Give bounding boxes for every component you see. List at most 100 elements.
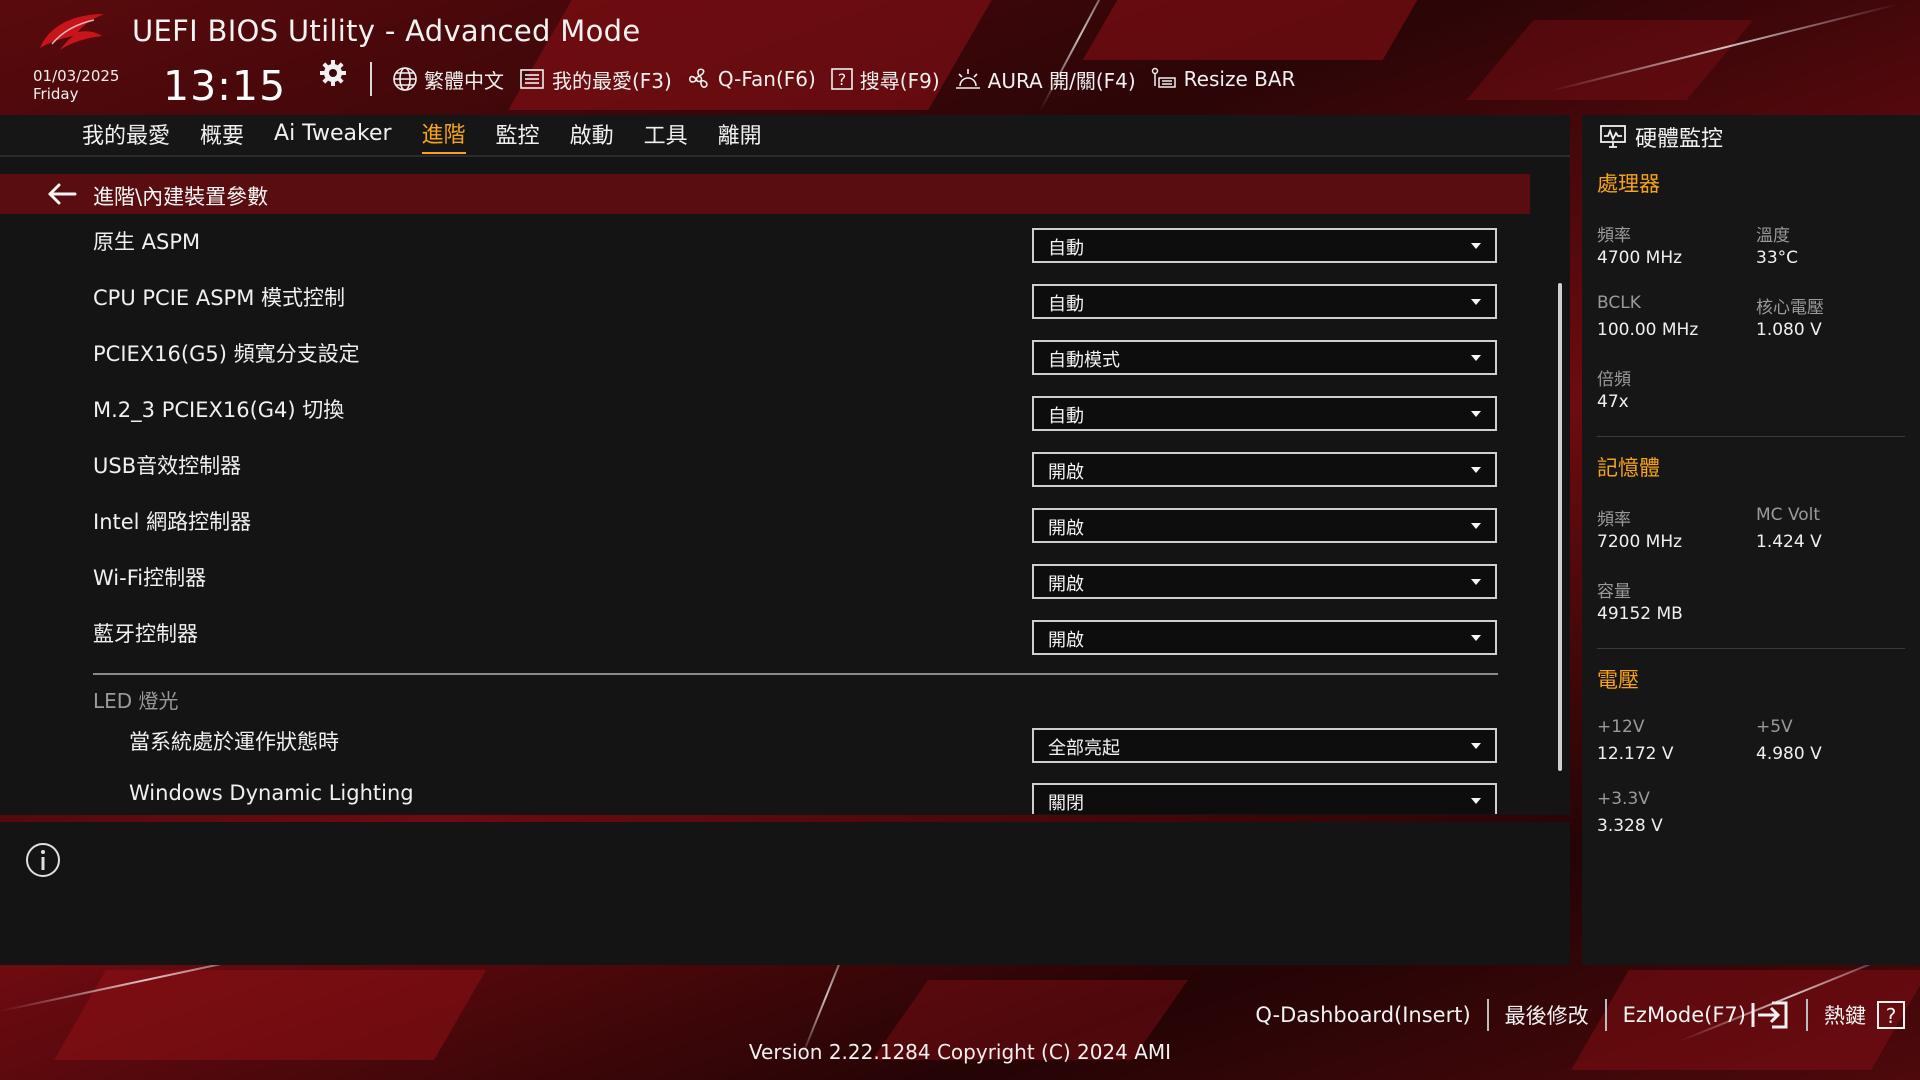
tab-favorites[interactable]: 我的最愛	[82, 118, 170, 153]
help-question-icon: ?	[1877, 1001, 1905, 1029]
native-aspm-select[interactable]: 自動	[1032, 228, 1497, 263]
language-label: 繁體中文	[424, 68, 504, 93]
voltage-section-title: 電壓	[1597, 668, 1639, 692]
search-label: 搜尋(F9)	[859, 68, 940, 93]
select-value: 關閉	[1048, 793, 1084, 814]
usb-audio-select[interactable]: 開啟	[1032, 452, 1497, 487]
qfan-button[interactable]: Q-Fan(F6)	[686, 66, 816, 92]
footer-divider	[1486, 999, 1489, 1031]
exit-arrow-icon	[1751, 1001, 1788, 1029]
windows-dynamic-lighting-select[interactable]: 關閉	[1032, 783, 1497, 814]
mem-capacity-label: 容量	[1597, 582, 1631, 602]
caret-down-icon	[1471, 635, 1481, 641]
mc-volt-label: MC Volt	[1756, 505, 1821, 525]
aura-label: AURA 開/關(F4)	[987, 68, 1136, 93]
weekday-text: Friday	[33, 85, 79, 103]
settings-scrollbar[interactable]	[1558, 283, 1562, 771]
caret-down-icon	[1471, 355, 1481, 361]
intel-lan-select[interactable]: 開啟	[1032, 508, 1497, 543]
footer-links: Q-Dashboard(Insert) 最後修改 EzMode(F7) 熱鍵 ?	[1255, 998, 1906, 1032]
last-modified-button[interactable]: 最後修改	[1505, 1000, 1589, 1030]
hw-divider	[1597, 436, 1905, 437]
led-working-state-select[interactable]: 全部亮起	[1032, 728, 1497, 763]
app-title: UEFI BIOS Utility - Advanced Mode	[132, 14, 641, 48]
cpu-freq-label: 頻率	[1597, 226, 1631, 246]
cpu-pcie-aspm-select[interactable]: 自動	[1032, 284, 1497, 319]
setting-row-wifi: Wi-Fi控制器 開啟	[0, 550, 1530, 606]
setting-label: USB音效控制器	[93, 454, 242, 478]
svg-text:?: ?	[838, 70, 847, 89]
rog-logo-icon	[40, 14, 104, 50]
settings-list: 原生 ASPM 自動 CPU PCIE ASPM 模式控制 自動 PCIEX16…	[0, 214, 1530, 814]
nav-divider	[0, 155, 1570, 157]
select-value: 開啟	[1048, 518, 1084, 539]
v5-value: 4.980 V	[1756, 744, 1822, 764]
hotkeys-button[interactable]: 熱鍵 ?	[1824, 1000, 1906, 1030]
aura-light-icon	[955, 69, 980, 89]
back-arrow-icon[interactable]	[46, 181, 78, 207]
footer-divider	[1806, 999, 1808, 1031]
bluetooth-select[interactable]: 開啟	[1032, 620, 1497, 655]
caret-down-icon	[1471, 411, 1481, 417]
clock[interactable]: 13:15	[163, 62, 286, 110]
ezmode-label: EzMode(F7)	[1622, 1003, 1746, 1027]
caret-down-icon	[1471, 743, 1481, 749]
setting-label: Intel 網路控制器	[93, 510, 252, 534]
cpu-section-title: 處理器	[1597, 172, 1660, 196]
pciex16-bifurcation-select[interactable]: 自動模式	[1032, 340, 1497, 375]
bclk-label: BCLK	[1597, 293, 1641, 313]
wifi-select[interactable]: 開啟	[1032, 564, 1497, 599]
v33-value: 3.328 V	[1597, 816, 1663, 836]
mem-freq-label: 頻率	[1597, 510, 1631, 530]
mem-capacity-value: 49152 MB	[1597, 604, 1683, 624]
setting-label: M.2_3 PCIEX16(G4) 切換	[93, 398, 345, 422]
select-value: 開啟	[1048, 630, 1084, 651]
select-value: 自動模式	[1048, 350, 1120, 371]
mem-freq-value: 7200 MHz	[1597, 532, 1683, 552]
setting-label: 原生 ASPM	[93, 230, 201, 254]
setting-row-pciex16-bifurcation: PCIEX16(G5) 頻寬分支設定 自動模式	[0, 326, 1530, 382]
resize-bar-label: Resize BAR	[1183, 67, 1296, 91]
date-text: 01/03/2025	[33, 67, 120, 85]
tab-overview[interactable]: 概要	[200, 118, 244, 153]
footer-divider	[1604, 999, 1607, 1031]
search-button[interactable]: ? 搜尋(F9)	[830, 65, 940, 94]
bclk-value: 100.00 MHz	[1597, 320, 1699, 340]
favorites-label: 我的最愛(F3)	[552, 68, 672, 93]
tab-ai-tweaker[interactable]: Ai Tweaker	[274, 121, 392, 149]
language-button[interactable]: 繁體中文	[392, 65, 504, 94]
q-dashboard-button[interactable]: Q-Dashboard(Insert)	[1255, 1003, 1470, 1027]
tab-boot[interactable]: 啟動	[570, 118, 614, 153]
caret-down-icon	[1471, 523, 1481, 529]
setting-row-led-working-state: 當系統處於運作狀態時 全部亮起	[0, 714, 1530, 770]
caret-down-icon	[1471, 467, 1481, 473]
monitor-icon	[1600, 125, 1626, 148]
ratio-label: 倍頻	[1597, 370, 1631, 390]
gear-icon[interactable]	[318, 58, 348, 88]
header-divider	[370, 62, 372, 96]
memory-section-title: 記憶體	[1597, 456, 1660, 480]
setting-row-native-aspm: 原生 ASPM 自動	[0, 214, 1530, 270]
aura-toggle-button[interactable]: AURA 開/關(F4)	[954, 65, 1136, 94]
tab-tool[interactable]: 工具	[644, 118, 688, 153]
tab-advanced[interactable]: 進階	[421, 117, 466, 154]
main-nav: 我的最愛 概要 Ai Tweaker 進階 監控 啟動 工具 離開	[0, 115, 1570, 155]
qfan-label: Q-Fan(F6)	[717, 67, 816, 91]
setting-row-bluetooth: 藍牙控制器 開啟	[0, 606, 1530, 662]
ezmode-button[interactable]: EzMode(F7)	[1623, 1000, 1790, 1030]
resize-bar-button[interactable]: Resize BAR	[1150, 66, 1296, 92]
setting-label: 當系統處於運作狀態時	[129, 730, 339, 754]
select-value: 自動	[1048, 238, 1084, 259]
hardware-monitor-panel: 硬體監控 處理器 頻率 4700 MHz 溫度 33°C BCLK 100.00…	[1582, 115, 1920, 965]
cpu-temp-label: 溫度	[1756, 226, 1790, 246]
v12-value: 12.172 V	[1597, 744, 1674, 764]
version-copyright: Version 2.22.1284 Copyright (C) 2024 AMI	[748, 1040, 1172, 1064]
svg-text:?: ?	[1886, 1004, 1897, 1028]
m2-switch-select[interactable]: 自動	[1032, 396, 1497, 431]
select-value: 開啟	[1048, 462, 1084, 483]
tab-exit[interactable]: 離開	[718, 118, 762, 153]
favorites-button[interactable]: 我的最愛(F3)	[518, 65, 672, 94]
caret-down-icon	[1471, 579, 1481, 585]
vcore-value: 1.080 V	[1756, 320, 1822, 340]
tab-monitor[interactable]: 監控	[496, 118, 540, 153]
